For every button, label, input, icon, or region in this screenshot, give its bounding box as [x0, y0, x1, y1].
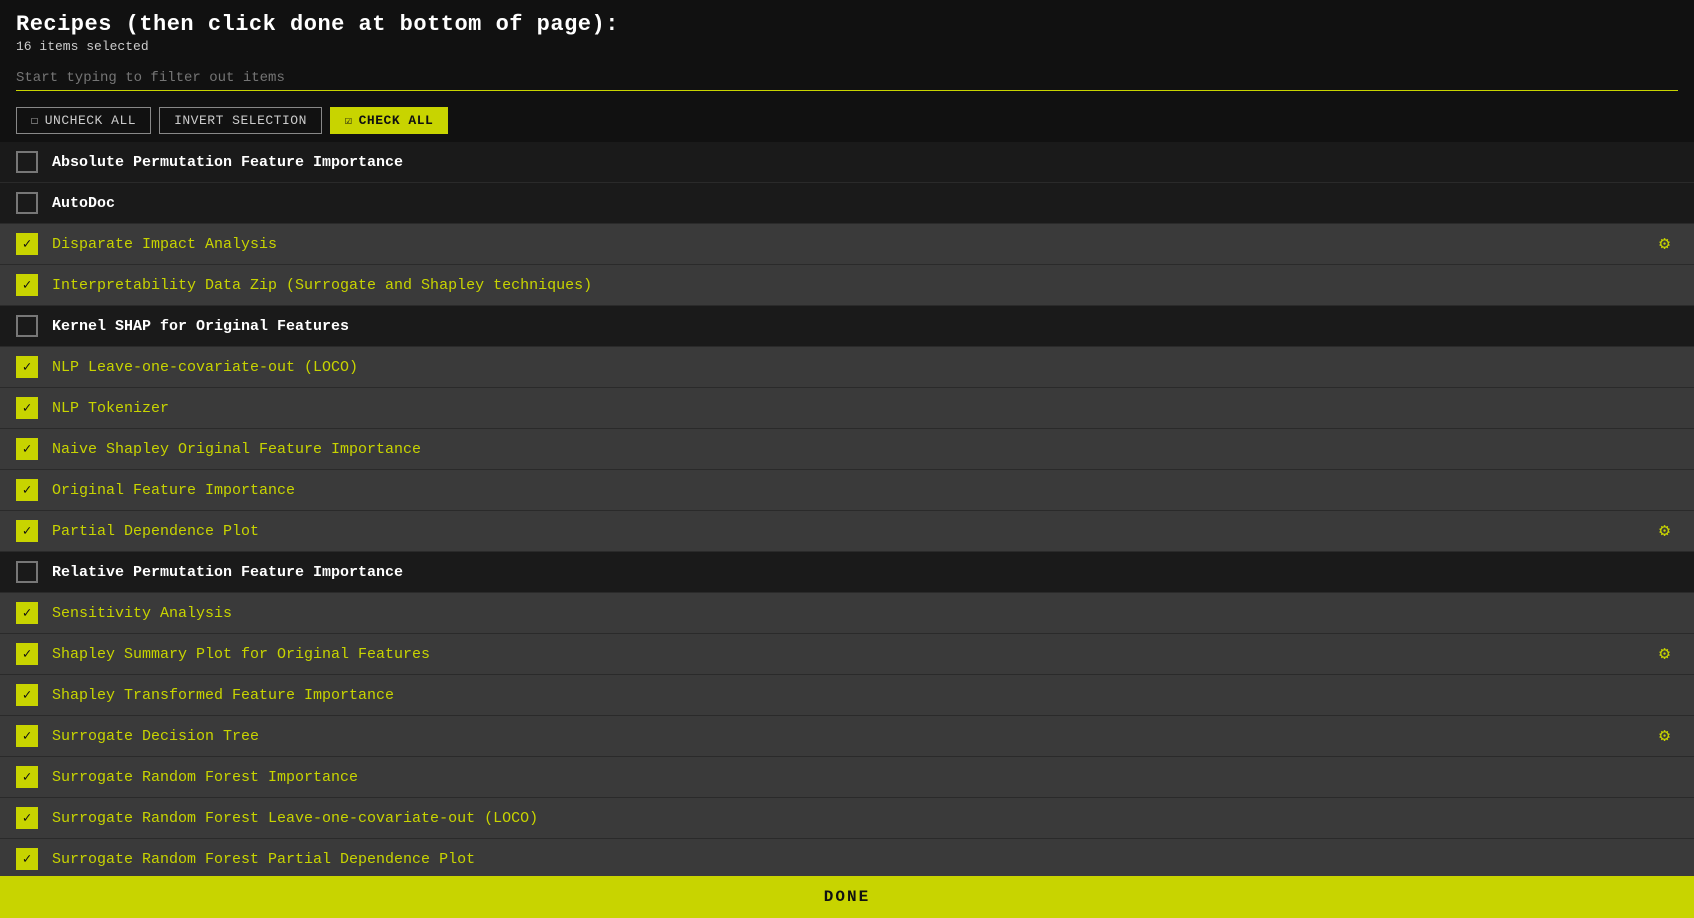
item-label: Sensitivity Analysis: [52, 605, 1678, 622]
checkmark-icon: ✓: [23, 687, 31, 704]
checkmark-icon: ✓: [23, 441, 31, 458]
list-item[interactable]: AutoDoc: [0, 183, 1694, 224]
header-area: Recipes (then click done at bottom of pa…: [0, 0, 1694, 58]
checkmark-icon: ✓: [23, 523, 31, 540]
gear-icon[interactable]: ⚙: [1659, 233, 1670, 255]
list-item[interactable]: ✓ Surrogate Random Forest Partial Depende…: [0, 839, 1694, 876]
item-checkbox[interactable]: ✓: [16, 479, 38, 501]
list-item[interactable]: ✓ Original Feature Importance: [0, 470, 1694, 511]
item-checkbox[interactable]: ✓: [16, 848, 38, 870]
item-checkbox[interactable]: ✓: [16, 684, 38, 706]
list-item[interactable]: ✓ Surrogate Decision Tree⚙: [0, 716, 1694, 757]
item-label: Original Feature Importance: [52, 482, 1678, 499]
list-item[interactable]: ✓ Interpretability Data Zip (Surrogate an…: [0, 265, 1694, 306]
item-label: NLP Tokenizer: [52, 400, 1678, 417]
page-title: Recipes (then click done at bottom of pa…: [16, 12, 1678, 37]
list-item[interactable]: ✓ Shapley Summary Plot for Original Featu…: [0, 634, 1694, 675]
item-label: Surrogate Decision Tree: [52, 728, 1659, 745]
item-label: Naive Shapley Original Feature Importanc…: [52, 441, 1678, 458]
item-label: Relative Permutation Feature Importance: [52, 564, 1678, 581]
item-label: Surrogate Random Forest Importance: [52, 769, 1678, 786]
checkmark-icon: ✓: [23, 482, 31, 499]
item-label: Surrogate Random Forest Leave-one-covari…: [52, 810, 1678, 827]
checkmark-icon: ✓: [23, 646, 31, 663]
filter-input[interactable]: [16, 66, 1678, 91]
item-checkbox[interactable]: ✓: [16, 807, 38, 829]
item-label: Shapley Transformed Feature Importance: [52, 687, 1678, 704]
list-item[interactable]: ✓ Surrogate Random Forest Leave-one-covar…: [0, 798, 1694, 839]
list-item[interactable]: ✓ NLP Tokenizer: [0, 388, 1694, 429]
item-label: NLP Leave-one-covariate-out (LOCO): [52, 359, 1678, 376]
item-checkbox[interactable]: [16, 151, 38, 173]
item-label: Surrogate Random Forest Partial Dependen…: [52, 851, 1678, 868]
item-label: Shapley Summary Plot for Original Featur…: [52, 646, 1659, 663]
item-checkbox[interactable]: ✓: [16, 725, 38, 747]
item-label: AutoDoc: [52, 195, 1678, 212]
gear-icon[interactable]: ⚙: [1659, 725, 1670, 747]
list-item[interactable]: Kernel SHAP for Original Features: [0, 306, 1694, 347]
uncheck-checkbox-icon: ☐: [31, 113, 39, 128]
list-item[interactable]: Relative Permutation Feature Importance: [0, 552, 1694, 593]
list-item[interactable]: ✓ Sensitivity Analysis: [0, 593, 1694, 634]
item-label: Partial Dependence Plot: [52, 523, 1659, 540]
item-label: Disparate Impact Analysis: [52, 236, 1659, 253]
done-label: DONE: [824, 888, 870, 906]
item-checkbox[interactable]: ✓: [16, 438, 38, 460]
list-item[interactable]: ✓ Naive Shapley Original Feature Importan…: [0, 429, 1694, 470]
list-item[interactable]: ✓ Shapley Transformed Feature Importance: [0, 675, 1694, 716]
item-checkbox[interactable]: [16, 315, 38, 337]
item-checkbox[interactable]: ✓: [16, 766, 38, 788]
checkmark-icon: ✓: [23, 728, 31, 745]
filter-area: [0, 58, 1694, 99]
uncheck-all-button[interactable]: ☐ UNCHECK ALL: [16, 107, 151, 134]
checkmark-icon: ✓: [23, 810, 31, 827]
item-label: Kernel SHAP for Original Features: [52, 318, 1678, 335]
list-item[interactable]: ✓ NLP Leave-one-covariate-out (LOCO): [0, 347, 1694, 388]
list-item[interactable]: ✓ Disparate Impact Analysis⚙: [0, 224, 1694, 265]
item-label: Absolute Permutation Feature Importance: [52, 154, 1678, 171]
list-item[interactable]: ✓ Partial Dependence Plot⚙: [0, 511, 1694, 552]
check-checkbox-icon: ☑: [345, 113, 353, 128]
item-checkbox[interactable]: [16, 561, 38, 583]
invert-selection-label: INVERT SELECTION: [174, 113, 307, 128]
checkmark-icon: ✓: [23, 605, 31, 622]
done-bar[interactable]: DONE: [0, 876, 1694, 918]
gear-icon[interactable]: ⚙: [1659, 643, 1670, 665]
checkmark-icon: ✓: [23, 236, 31, 253]
item-checkbox[interactable]: ✓: [16, 233, 38, 255]
items-list: Absolute Permutation Feature Importance A…: [0, 142, 1694, 876]
item-checkbox[interactable]: ✓: [16, 397, 38, 419]
checkmark-icon: ✓: [23, 769, 31, 786]
items-selected: 16 items selected: [16, 39, 1678, 54]
uncheck-all-label: UNCHECK ALL: [45, 113, 136, 128]
invert-selection-button[interactable]: INVERT SELECTION: [159, 107, 322, 134]
item-checkbox[interactable]: ✓: [16, 356, 38, 378]
list-item[interactable]: Absolute Permutation Feature Importance: [0, 142, 1694, 183]
item-checkbox[interactable]: ✓: [16, 274, 38, 296]
checkmark-icon: ✓: [23, 277, 31, 294]
gear-icon[interactable]: ⚙: [1659, 520, 1670, 542]
list-item[interactable]: ✓ Surrogate Random Forest Importance: [0, 757, 1694, 798]
item-checkbox[interactable]: ✓: [16, 520, 38, 542]
item-checkbox[interactable]: ✓: [16, 643, 38, 665]
item-checkbox[interactable]: ✓: [16, 602, 38, 624]
checkmark-icon: ✓: [23, 851, 31, 868]
checkmark-icon: ✓: [23, 359, 31, 376]
checkmark-icon: ✓: [23, 400, 31, 417]
check-all-label: CHECK ALL: [359, 113, 434, 128]
check-all-button[interactable]: ☑ CHECK ALL: [330, 107, 448, 134]
item-checkbox[interactable]: [16, 192, 38, 214]
item-label: Interpretability Data Zip (Surrogate and…: [52, 277, 1678, 294]
toolbar: ☐ UNCHECK ALL INVERT SELECTION ☑ CHECK A…: [0, 99, 1694, 142]
